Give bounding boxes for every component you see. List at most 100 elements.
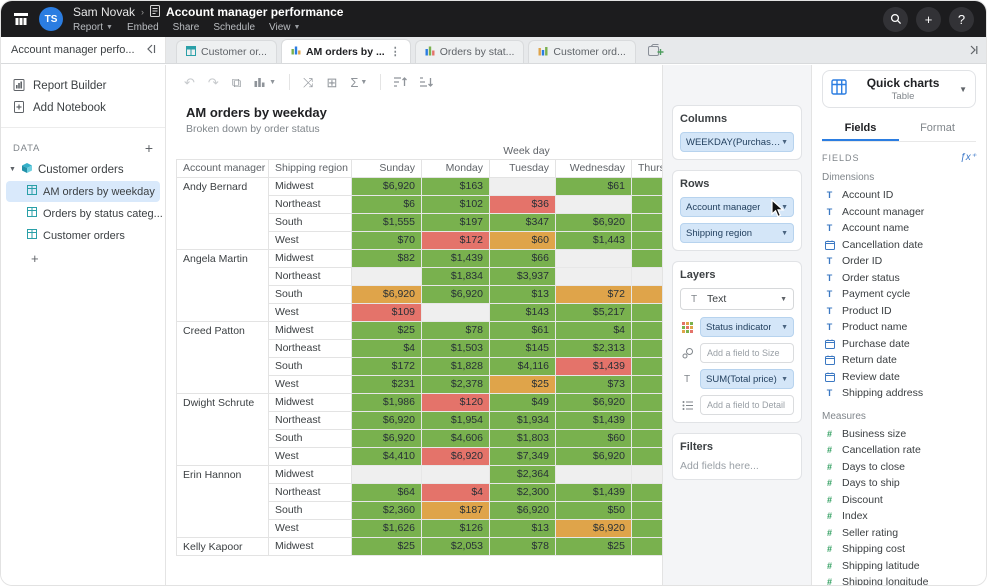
measure-item[interactable]: #Shipping longitude [822,574,976,585]
pivot-value-cell[interactable]: $13 [490,285,556,303]
pivot-value-cell[interactable]: $2,378 [422,375,490,393]
tab-menu-icon[interactable]: ⋮ [390,45,401,58]
shipping-region-cell[interactable]: South [269,501,352,519]
menu-schedule[interactable]: Schedule [213,22,255,33]
pivot-value-cell[interactable]: $145 [490,339,556,357]
measure-item[interactable]: #Shipping latitude [822,558,976,575]
pivot-value-cell[interactable]: $2,364 [490,465,556,483]
dimension-item[interactable]: TAccount name [822,220,976,237]
account-manager-cell[interactable]: Dwight Schrute [177,393,269,465]
pivot-value-cell[interactable]: $60 [556,429,632,447]
tab-customer-orders-table[interactable]: Customer or... [176,40,277,63]
pivot-value-cell[interactable]: $347 [490,213,556,231]
pivot-value-cell[interactable]: $1,626 [352,519,422,537]
pivot-value-cell[interactable]: $4,116 [490,357,556,375]
pivot-value-cell[interactable]: $6,920 [490,501,556,519]
expand-panel-icon[interactable] [966,45,978,55]
pivot-value-cell[interactable]: $231 [352,375,422,393]
measure-item[interactable]: #Days to ship [822,475,976,492]
add-data-button[interactable]: + [145,141,153,155]
pivot-value-cell[interactable] [632,375,663,393]
dimension-item[interactable]: TAccount ID [822,187,976,204]
tab-format[interactable]: Format [899,116,976,141]
dimension-item[interactable]: TAccount manager [822,204,976,221]
pivot-value-cell[interactable] [632,339,663,357]
pivot-value-cell[interactable]: $25 [352,321,422,339]
dimension-item[interactable]: TPayment cycle [822,286,976,303]
sidebar-item-orders-by-status[interactable]: Orders by status categ... [6,203,160,224]
pivot-value-cell[interactable] [632,411,663,429]
app-logo-icon[interactable] [13,11,29,27]
dimension-item[interactable]: Cancellation date [822,237,976,254]
breadcrumb-user[interactable]: Sam Novak [73,6,135,19]
shipping-region-cell[interactable]: South [269,429,352,447]
pivot-value-cell[interactable] [352,267,422,285]
pivot-value-cell[interactable]: $6,920 [352,411,422,429]
pivot-value-cell[interactable]: $1,986 [352,393,422,411]
chart-type-button[interactable]: ▼ [254,76,276,88]
pivot-value-cell[interactable]: $73 [556,375,632,393]
field-chip-account-manager[interactable]: Account manager ▼ [680,197,794,217]
pivot-value-cell[interactable]: $109 [352,303,422,321]
shipping-region-cell[interactable]: Midwest [269,177,352,195]
pivot-value-cell[interactable] [632,267,663,285]
shipping-region-cell[interactable]: Midwest [269,537,352,555]
pivot-value-cell[interactable]: $6,920 [556,447,632,465]
add-button[interactable]: + [916,7,941,32]
shipping-region-cell[interactable]: Midwest [269,465,352,483]
pivot-value-cell[interactable]: $78 [490,537,556,555]
measure-item[interactable]: #Discount [822,492,976,509]
shipping-region-cell[interactable]: Northeast [269,195,352,213]
pivot-value-cell[interactable] [422,465,490,483]
pivot-value-cell[interactable] [632,249,663,267]
sort-ascending-button[interactable] [394,76,407,88]
pivot-value-cell[interactable] [352,465,422,483]
pivot-value-cell[interactable]: $25 [352,537,422,555]
pivot-value-cell[interactable]: $70 [352,231,422,249]
shipping-region-cell[interactable]: Northeast [269,339,352,357]
account-manager-cell[interactable]: Erin Hannon [177,465,269,537]
shipping-region-cell[interactable]: Northeast [269,411,352,429]
collapse-panel-icon[interactable] [145,44,157,57]
pivot-value-cell[interactable]: $163 [422,177,490,195]
shipping-region-cell[interactable]: West [269,303,352,321]
pivot-value-cell[interactable]: $172 [352,357,422,375]
pivot-value-cell[interactable]: $2,300 [490,483,556,501]
shipping-region-cell[interactable]: Midwest [269,393,352,411]
dimension-item[interactable]: Purchase date [822,336,976,353]
tab-orders-by-status[interactable]: Orders by stat... [415,40,525,63]
pivot-value-cell[interactable]: $2,053 [422,537,490,555]
pivot-value-cell[interactable]: $1,443 [556,231,632,249]
account-manager-cell[interactable]: Andy Bernard [177,177,269,249]
pivot-value-cell[interactable] [632,231,663,249]
sidebar-item-add-notebook[interactable]: Add Notebook [1,97,165,119]
pivot-value-cell[interactable]: $172 [422,231,490,249]
pivot-value-cell[interactable]: $6,920 [352,285,422,303]
add-visualization-button[interactable]: + [1,247,165,266]
dimension-item[interactable]: Return date [822,352,976,369]
pivot-value-cell[interactable]: $1,439 [422,249,490,267]
measure-item[interactable]: #Days to close [822,459,976,476]
sidebar-item-report-builder[interactable]: Report Builder [1,75,165,97]
tree-root-customer-orders[interactable]: ▼ Customer orders [1,159,165,180]
pivot-value-cell[interactable]: $60 [490,231,556,249]
pivot-value-cell[interactable] [632,195,663,213]
group-fields-button[interactable]: ⊞ [326,76,337,89]
tab-fields[interactable]: Fields [822,116,899,141]
pivot-value-cell[interactable] [632,393,663,411]
measure-item[interactable]: #Business size [822,426,976,443]
pivot-value-cell[interactable]: $1,439 [556,483,632,501]
shipping-region-cell[interactable]: South [269,213,352,231]
filters-dropzone[interactable]: Add fields here... [680,460,794,472]
pivot-value-cell[interactable] [556,465,632,483]
pivot-value-cell[interactable]: $6,920 [352,177,422,195]
pivot-value-cell[interactable]: $36 [490,195,556,213]
pivot-value-cell[interactable] [422,303,490,321]
pivot-value-cell[interactable] [632,519,663,537]
pivot-value-cell[interactable] [632,483,663,501]
pivot-value-cell[interactable] [632,447,663,465]
measure-item[interactable]: #Index [822,508,976,525]
pivot-value-cell[interactable] [632,537,663,555]
pivot-value-cell[interactable] [632,357,663,375]
pivot-value-cell[interactable]: $7,349 [490,447,556,465]
